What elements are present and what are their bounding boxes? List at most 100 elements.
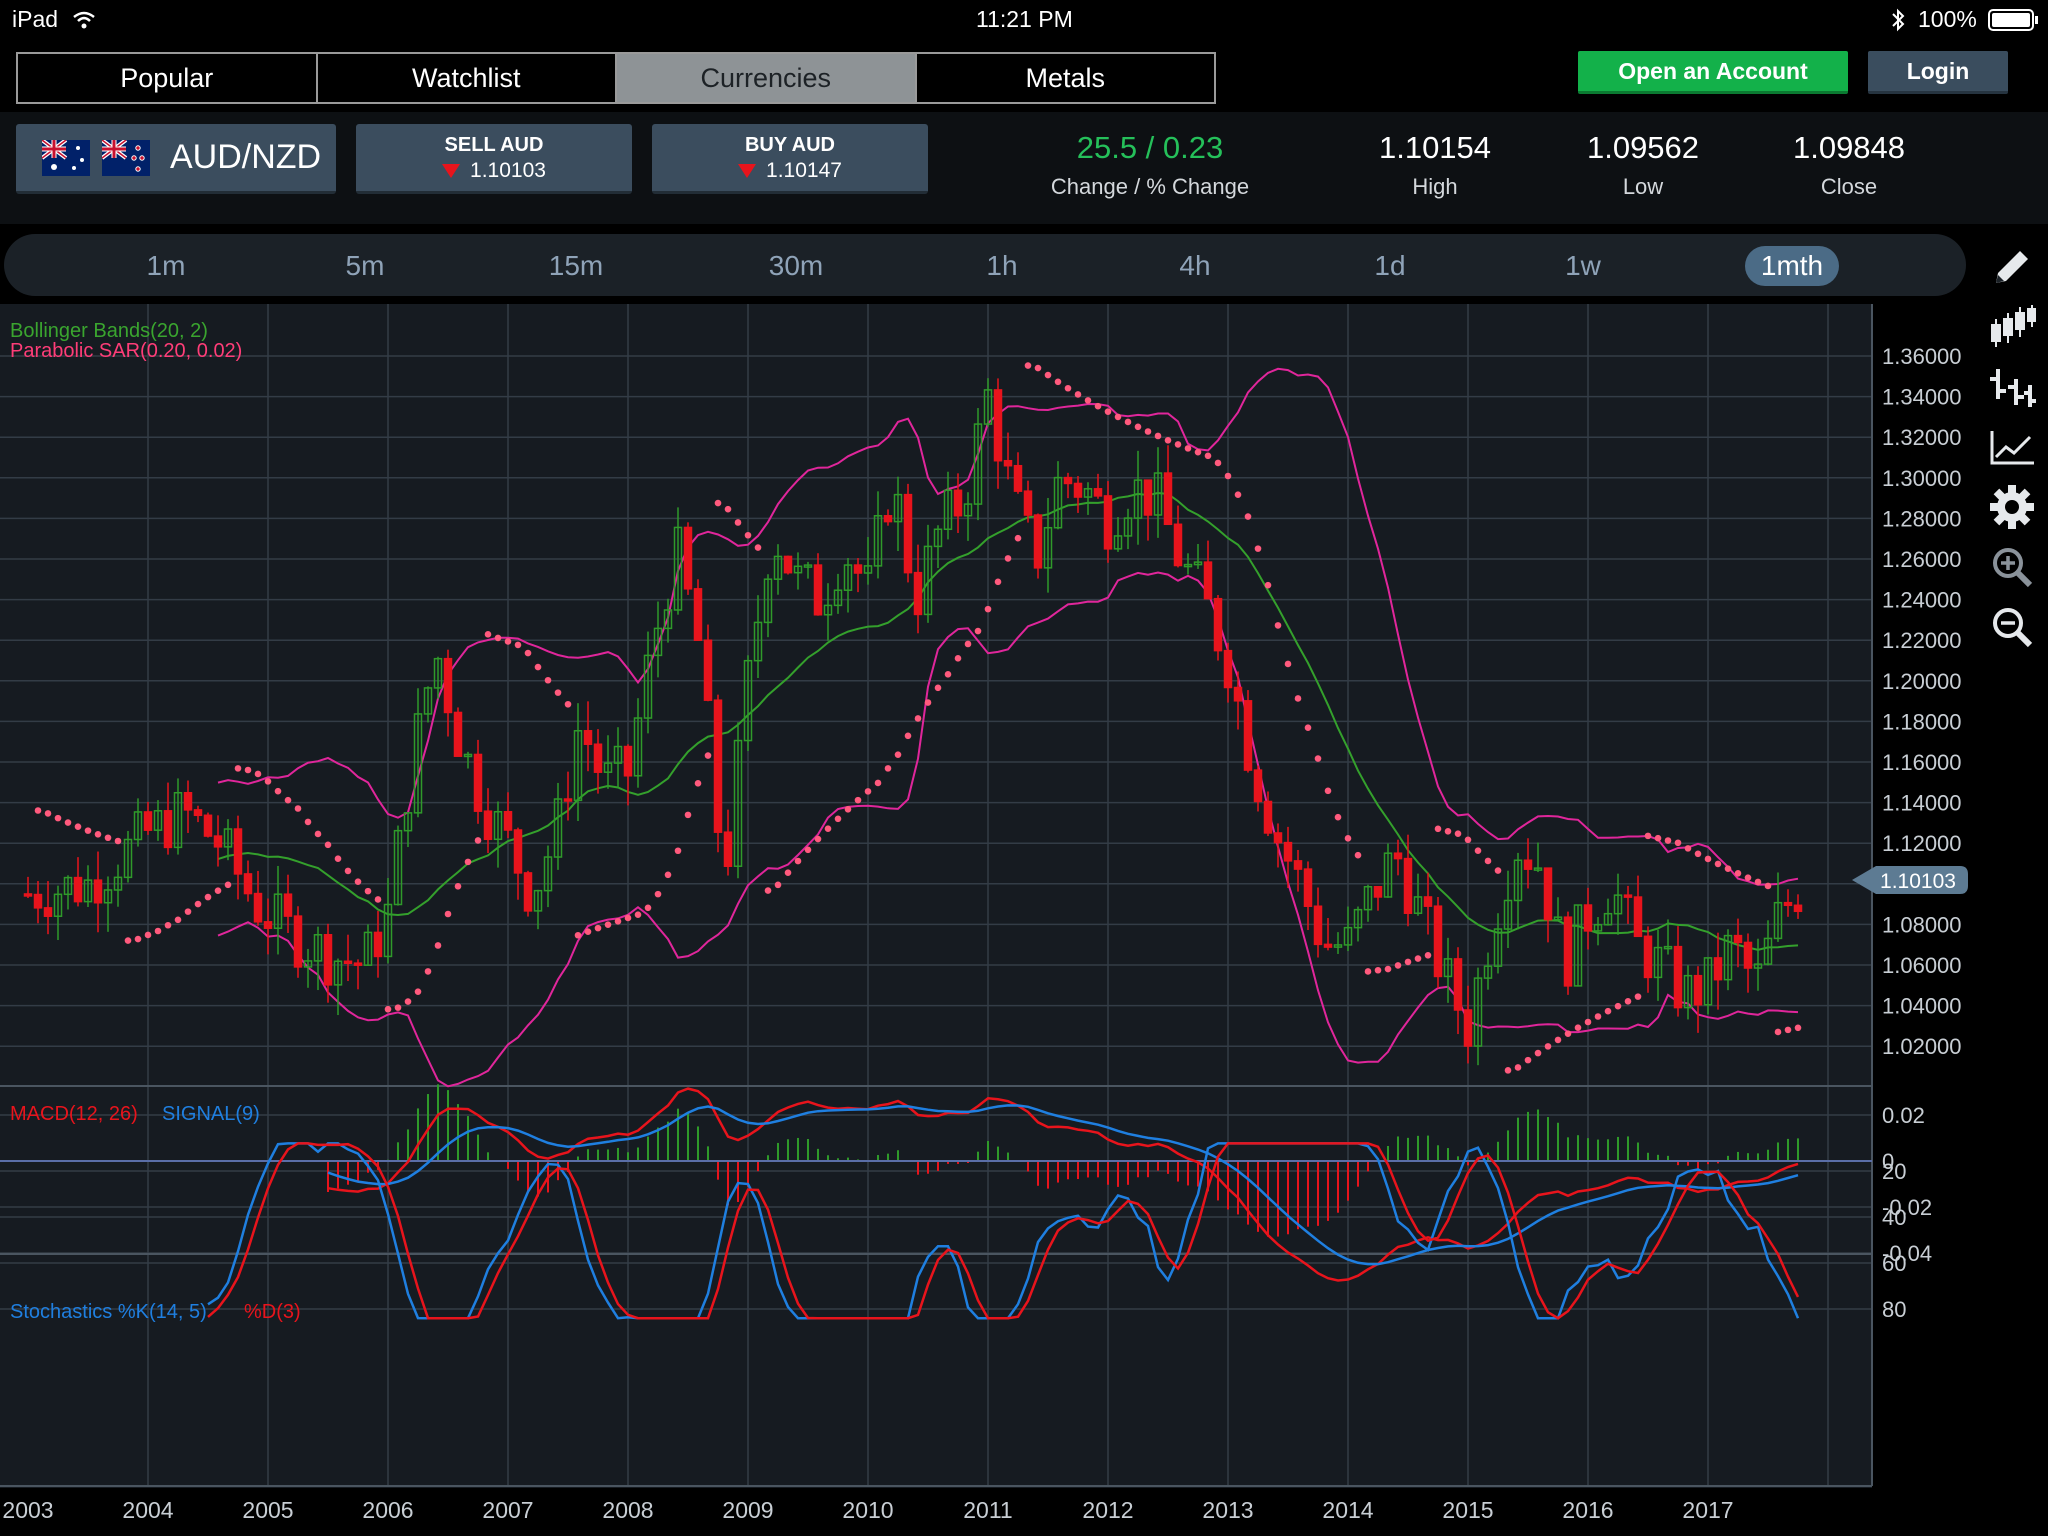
sar-dot (1724, 865, 1732, 873)
candle-down (453, 711, 463, 757)
pair-selector[interactable]: AUD/NZD (16, 124, 336, 194)
sar-dot (404, 998, 412, 1005)
candle-down (1273, 832, 1283, 844)
price-tick-label: 1.28000 (1882, 506, 1962, 531)
candle-down (1173, 523, 1183, 567)
sell-button[interactable]: SELL AUD 1.10103 (356, 124, 632, 194)
year-tick-label: 2003 (2, 1497, 53, 1523)
sar-dot (1374, 966, 1382, 974)
timeframe-1h[interactable]: 1h (962, 246, 1042, 286)
sar-dot (1784, 1026, 1792, 1034)
candle-down (203, 814, 213, 837)
candle-down (723, 831, 733, 867)
tab-currencies[interactable]: Currencies (617, 54, 917, 102)
sar-dot (1184, 445, 1192, 452)
login-button[interactable]: Login (1868, 51, 2008, 94)
sar-dot (114, 837, 122, 845)
sar-dot (1014, 534, 1022, 542)
sar-dot (1734, 869, 1742, 877)
candle-down (1213, 597, 1223, 652)
candle-down (953, 489, 963, 517)
candle-down (483, 810, 493, 841)
price-tick-label: 1.30000 (1882, 466, 1962, 491)
tab-metals[interactable]: Metals (917, 54, 1215, 102)
price-chart[interactable]: 1.36000 1.34000 1.32000 1.30000 1.28000 1.260… (0, 304, 2048, 1536)
year-tick-label: 2017 (1682, 1497, 1733, 1523)
sar-dot (934, 684, 942, 692)
open-account-button[interactable]: Open an Account (1578, 51, 1848, 94)
tab-popular[interactable]: Popular (18, 54, 318, 102)
timeframe-1mth[interactable]: 1mth (1745, 246, 1839, 286)
candle-down (1103, 495, 1113, 550)
candle-down (1073, 482, 1083, 498)
candle-down (593, 743, 603, 773)
candle-down (1303, 868, 1313, 907)
sar-dot (1084, 397, 1092, 404)
timeframe-4h[interactable]: 4h (1155, 246, 1235, 286)
sar-dot (1604, 1007, 1612, 1015)
candle-down (1233, 686, 1243, 702)
sar-dot (204, 893, 212, 901)
sar-dot (774, 881, 782, 889)
year-tick-label: 2016 (1562, 1497, 1613, 1523)
sar-dot (1424, 951, 1432, 959)
year-tick-label: 2015 (1442, 1497, 1493, 1523)
tab-watchlist[interactable]: Watchlist (318, 54, 617, 102)
sar-dot (1584, 1018, 1592, 1026)
sar-dot (1314, 755, 1322, 762)
sar-dot (614, 917, 622, 925)
timeframe-15m[interactable]: 15m (536, 246, 616, 286)
candle-down (1203, 561, 1213, 600)
candle-down (1793, 904, 1803, 913)
sar-dot (684, 811, 692, 819)
timeframe-5m[interactable]: 5m (325, 246, 405, 286)
sar-dot (1204, 452, 1212, 460)
candle-down (1223, 649, 1233, 689)
candle-down (213, 835, 223, 848)
draw-tool[interactable] (1976, 236, 2048, 298)
sar-dot (504, 638, 512, 645)
sar-dot (1744, 874, 1752, 881)
sar-dot (974, 627, 982, 635)
candle-down (93, 879, 103, 904)
sar-dot (384, 1005, 392, 1013)
sar-dot (1094, 402, 1102, 410)
timeframe-30m[interactable]: 30m (756, 246, 836, 286)
sar-dot (1144, 428, 1152, 435)
price-tick-label: 1.12000 (1882, 831, 1962, 856)
timeframe-1w[interactable]: 1w (1543, 246, 1623, 286)
year-tick-label: 2011 (963, 1497, 1012, 1523)
price-tick-label: 1.14000 (1882, 791, 1962, 816)
candle-down (183, 791, 193, 811)
sar-dot (1524, 1056, 1532, 1064)
sar-dot (1034, 364, 1042, 372)
sar-dot (944, 671, 952, 678)
candle-down (783, 555, 793, 574)
sar-dot (1284, 660, 1292, 668)
sar-dot (1544, 1043, 1552, 1050)
timeframe-1d[interactable]: 1d (1350, 246, 1430, 286)
sar-dot (1474, 847, 1482, 854)
buy-button[interactable]: BUY AUD 1.10147 (652, 124, 928, 194)
year-tick-label: 2007 (482, 1497, 533, 1523)
sar-dot (704, 752, 712, 759)
signal-title: SIGNAL(9) (162, 1103, 260, 1125)
candle-down (1253, 769, 1263, 803)
sar-dot (1404, 958, 1412, 966)
candle-down (1403, 857, 1413, 914)
sar-dot (314, 830, 322, 838)
sar-dot (674, 847, 682, 855)
australia-flag-icon (42, 140, 90, 176)
sar-dot (564, 700, 572, 708)
candle-down (1143, 479, 1153, 516)
candle-down (263, 921, 273, 929)
sar-dot (1644, 832, 1652, 840)
timeframe-1m[interactable]: 1m (126, 246, 206, 286)
high-value: 1.10154 (1378, 130, 1492, 165)
candle-down (693, 588, 703, 641)
low-stat: 1.09562 Low (1578, 130, 1708, 200)
sar-dot (1194, 448, 1202, 456)
price-tick-label: 1.26000 (1882, 547, 1962, 572)
candle-down (143, 811, 153, 831)
sar-dot (1764, 882, 1772, 890)
